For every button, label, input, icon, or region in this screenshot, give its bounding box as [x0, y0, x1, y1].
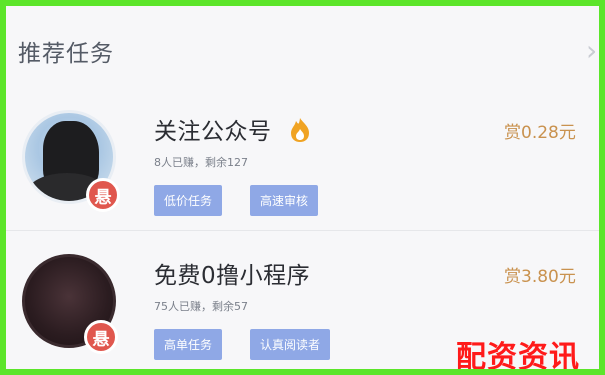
watermark: 配资资讯 [456, 340, 580, 375]
task-tag: 低价任务 [154, 185, 223, 216]
task-title: 关注公众号 [154, 119, 272, 145]
section-title: 推荐任务 [18, 41, 114, 67]
task-card[interactable]: 悬 关注公众号 8人已赚，剩余127 赏0.28元 低价任务 高速审核 [6, 94, 599, 222]
section-header[interactable]: 推荐任务 › [12, 28, 597, 68]
app-frame: 推荐任务 › 悬 关注公众号 8人已赚，剩余127 赏0.28元 低价任务 高速… [0, 0, 605, 375]
task-meta: 8人已赚，剩余127 [154, 156, 248, 169]
task-title: 免费0撸小程序 [154, 263, 311, 289]
divider [6, 230, 599, 231]
chevron-right-icon[interactable]: › [586, 34, 597, 67]
flame-icon [291, 118, 309, 142]
reward-badge-icon: 悬 [86, 178, 120, 212]
task-price: 赏0.28元 [504, 123, 576, 143]
reward-badge-icon: 悬 [84, 320, 118, 354]
task-tag: 高速审核 [250, 185, 319, 216]
task-tag: 高单任务 [154, 329, 223, 360]
task-price: 赏3.80元 [504, 267, 576, 287]
task-tag: 认真阅读者 [250, 329, 331, 360]
task-meta: 75人已赚，剩余57 [154, 300, 248, 313]
